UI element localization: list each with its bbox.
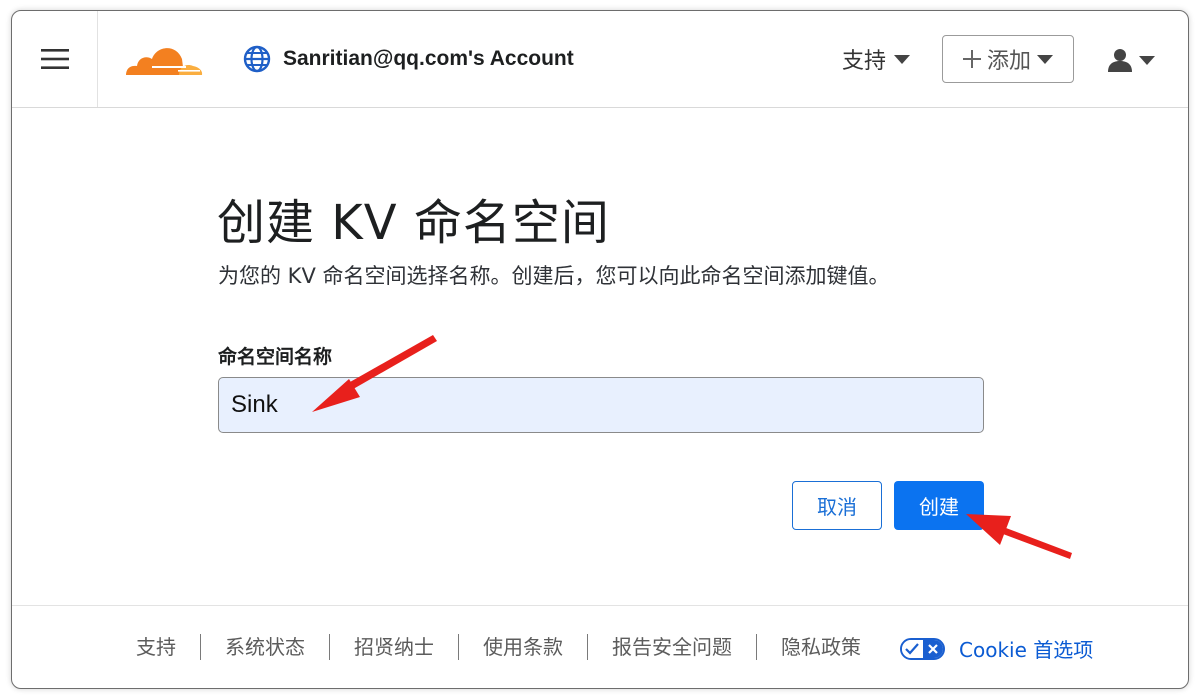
cookie-preferences-link[interactable]: Cookie 首选项 — [900, 634, 1093, 663]
footer-link-support[interactable]: 支持 — [112, 634, 201, 660]
menu-icon — [40, 49, 69, 69]
user-icon — [1108, 49, 1132, 72]
footer-link-system-status[interactable]: 系统状态 — [201, 634, 330, 660]
namespace-name-label: 命名空间名称 — [218, 346, 333, 368]
user-menu[interactable] — [1107, 47, 1155, 73]
footer-link-privacy[interactable]: 隐私政策 — [757, 634, 885, 660]
create-button[interactable]: 创建 — [894, 481, 984, 530]
plus-icon — [962, 50, 981, 68]
account-switcher[interactable]: Sanritian@qq.com's Account — [243, 44, 574, 74]
chevron-down-icon — [1139, 55, 1155, 65]
support-label: 支持 — [842, 49, 887, 74]
cancel-button[interactable]: 取消 — [792, 481, 882, 530]
page-description: 为您的 KV 命名空间选择名称。创建后，您可以向此命名空间添加键值。 — [218, 264, 890, 288]
privacy-toggle-icon — [900, 637, 945, 660]
footer: 支持 系统状态 招贤纳士 使用条款 报告安全问题 隐私政策 Cookie 首选项 — [12, 605, 1188, 688]
footer-link-terms[interactable]: 使用条款 — [459, 634, 588, 660]
cloudflare-logo[interactable] — [124, 41, 204, 81]
footer-link-report-security[interactable]: 报告安全问题 — [588, 634, 757, 660]
globe-icon — [243, 45, 271, 73]
top-navigation-bar: Sanritian@qq.com's Account 支持 添加 — [12, 11, 1188, 108]
browser-frame: Sanritian@qq.com's Account 支持 添加 创建 KV 命… — [11, 10, 1189, 689]
chevron-down-icon — [894, 54, 911, 64]
namespace-name-input[interactable] — [218, 377, 984, 433]
page-title: 创建 KV 命名空间 — [217, 195, 610, 251]
footer-link-careers[interactable]: 招贤纳士 — [330, 634, 459, 660]
menu-button[interactable] — [12, 11, 98, 107]
add-label: 添加 — [986, 49, 1031, 74]
add-button[interactable]: 添加 — [942, 35, 1074, 83]
chevron-down-icon — [1037, 54, 1053, 64]
cookie-preferences-label: Cookie 首选项 — [959, 638, 1094, 662]
footer-links: 支持 系统状态 招贤纳士 使用条款 报告安全问题 隐私政策 — [112, 634, 885, 660]
support-dropdown[interactable]: 支持 — [842, 44, 911, 74]
account-name: Sanritian@qq.com's Account — [283, 47, 574, 70]
